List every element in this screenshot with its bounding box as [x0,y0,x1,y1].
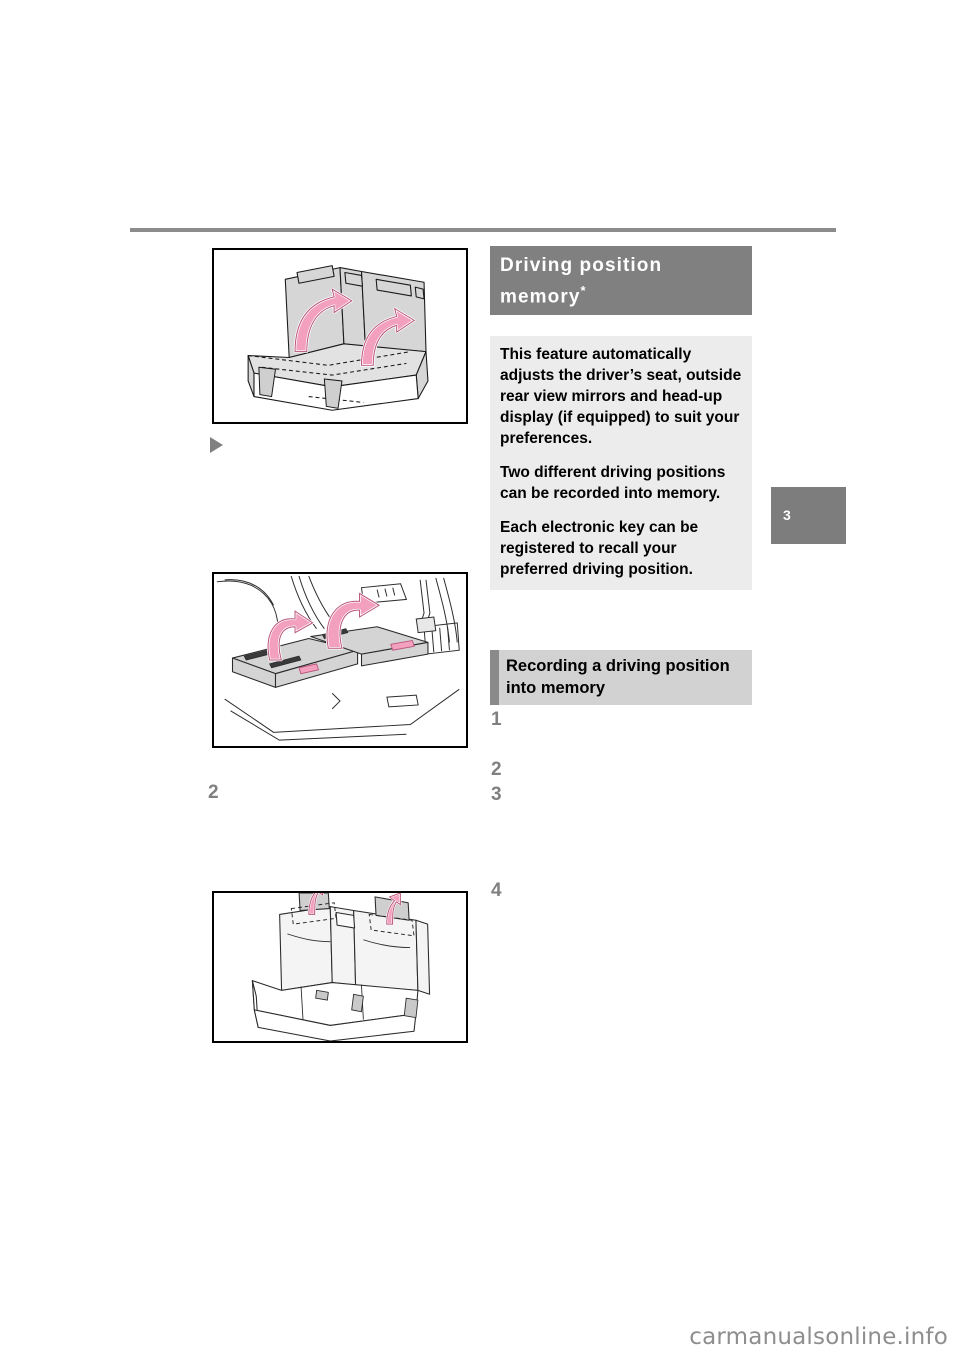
chapter-tab: 3 [771,487,846,544]
site-watermark: carmanualsonline.info [689,1324,948,1350]
feature-paragraph-1: This feature automatically adjusts the d… [500,346,742,447]
illustration-rear-seatbacks-raising [212,248,468,424]
illustration-cargo-area-seatback-straps [212,572,468,748]
feature-paragraph-3: Each electronic key can be registered to… [500,519,699,578]
section-heading-text: Driving position memory [500,255,663,308]
feature-paragraph-2: Two different driving positions can be r… [500,464,726,502]
bullet-marker-triangle [210,437,223,453]
footnote-marker: * [580,283,586,298]
illustration-rear-head-restraints-raising [212,891,468,1043]
step-number-4: 4 [491,880,502,901]
feature-description-box: This feature automatically adjusts the d… [490,336,752,590]
section-heading: Driving position memory* [490,246,752,316]
header-rule [130,228,836,232]
step-number-left-2: 2 [208,782,219,803]
subsection-heading: Recording a driving position into memory [490,650,752,705]
step-number-1: 1 [491,709,502,730]
manual-page: 3 2 Driving position memory* This featur… [0,0,960,1358]
step-number-2: 2 [491,759,502,780]
step-number-3: 3 [491,784,502,805]
